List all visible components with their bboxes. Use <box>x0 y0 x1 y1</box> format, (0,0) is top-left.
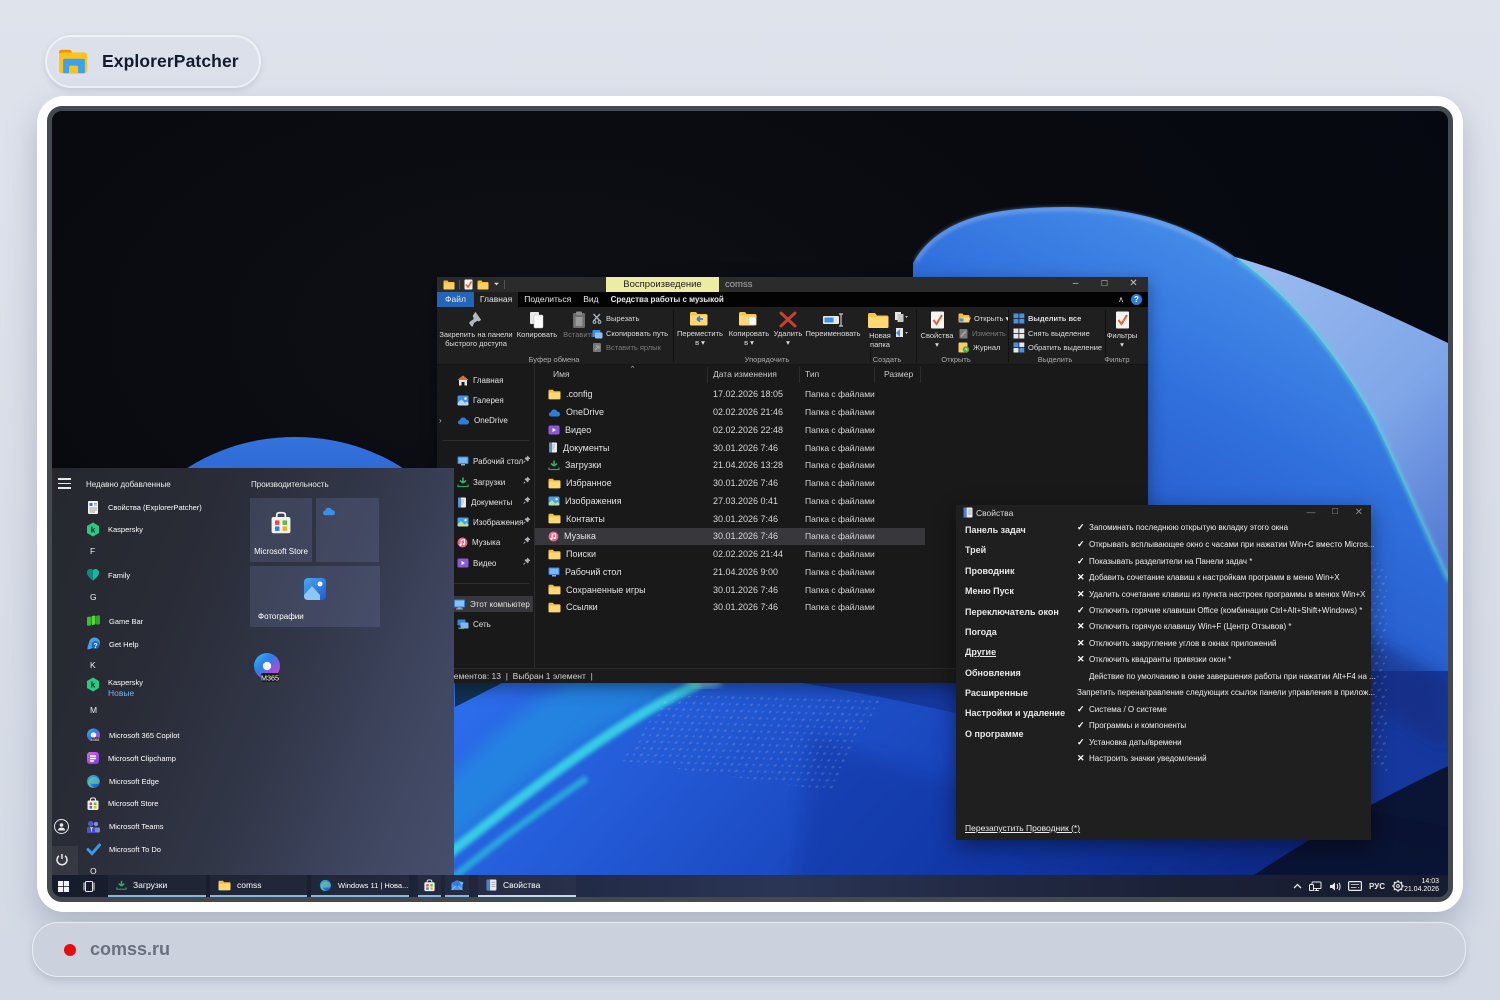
svg-text:M365: M365 <box>91 738 100 742</box>
svg-text:k: k <box>91 681 96 690</box>
svg-text:T: T <box>90 827 93 833</box>
svg-text:k: k <box>91 526 96 535</box>
svg-text:M365: M365 <box>261 673 279 682</box>
svg-text:?: ? <box>93 643 97 650</box>
